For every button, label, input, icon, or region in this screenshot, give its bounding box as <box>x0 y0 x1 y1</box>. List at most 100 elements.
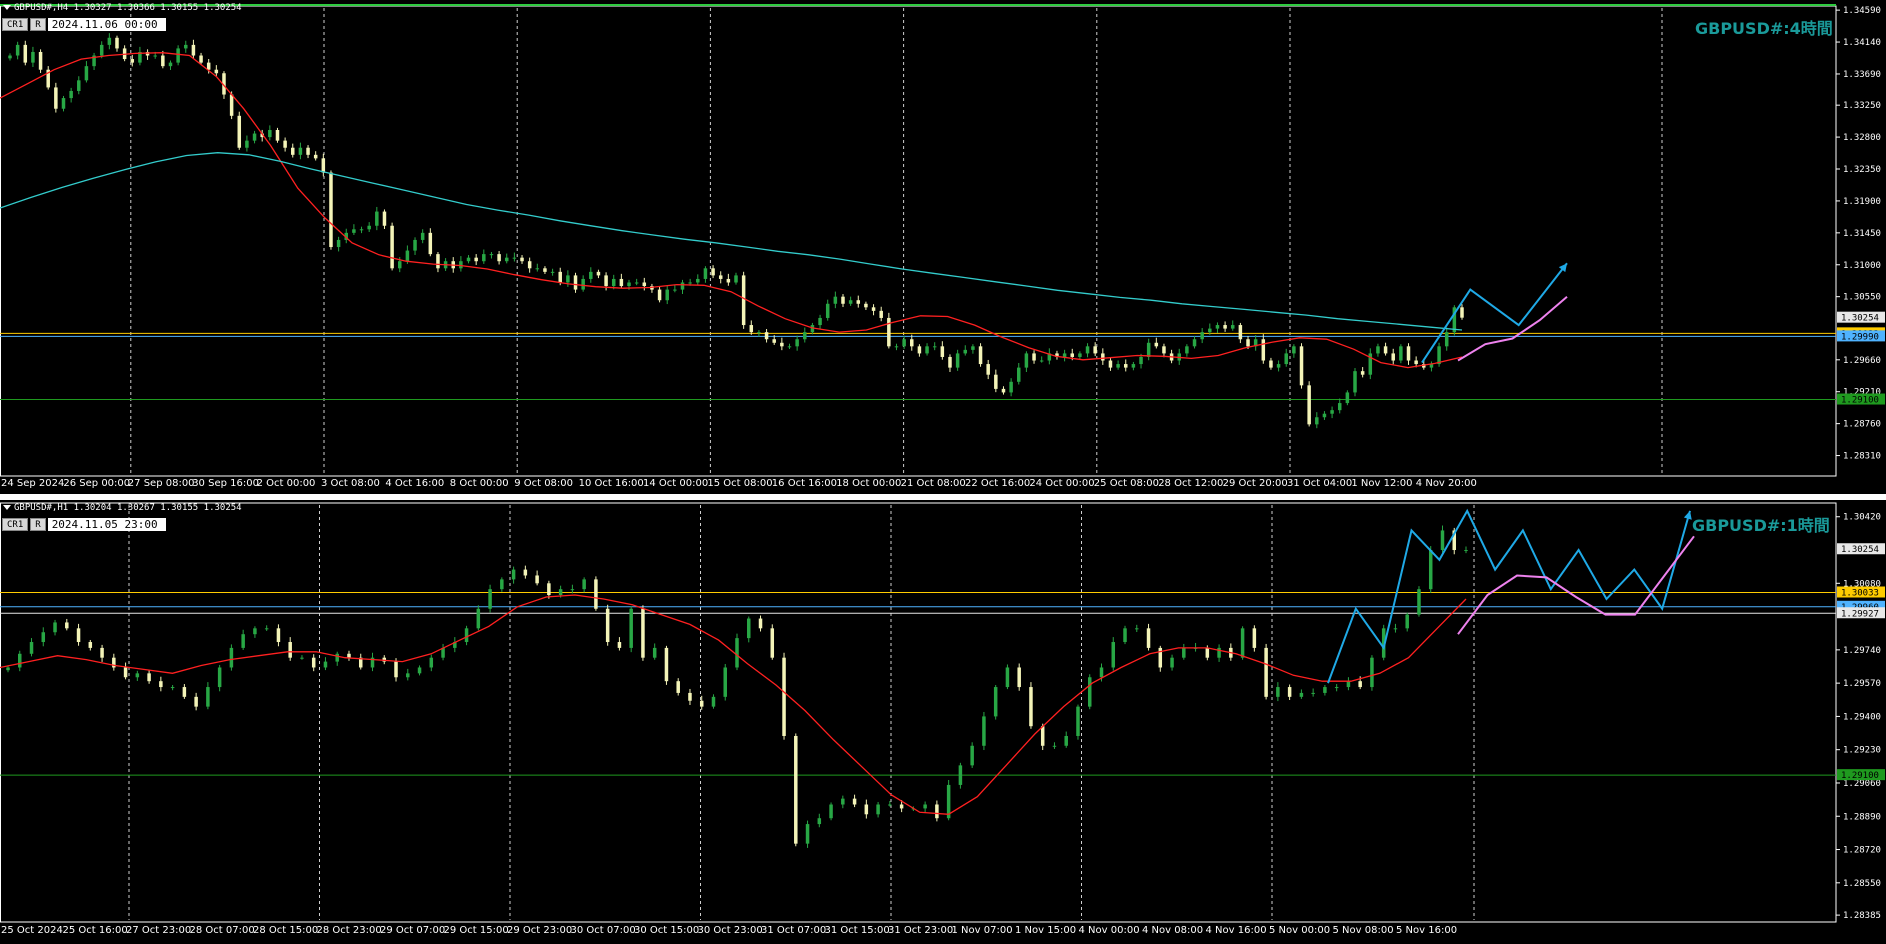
h4-candle-body <box>894 346 899 348</box>
h1-candle-body <box>159 681 163 688</box>
h4-x-tick-label: 29 Oct 20:00 <box>1223 478 1288 489</box>
h4-candle-body <box>115 37 119 49</box>
h4-candle-body <box>1261 339 1266 361</box>
h1-candle-body <box>605 608 610 643</box>
h4-candle-body <box>229 94 234 116</box>
h1-x-tick-label: 1 Nov 07:00 <box>952 925 1013 936</box>
h4-candle-body <box>619 278 624 287</box>
h4-candle-body <box>459 261 463 269</box>
h1-candle-body <box>229 647 234 668</box>
h1-candle-body <box>688 692 692 701</box>
h4-candle-body <box>31 51 35 63</box>
h4-forecast-ma-path <box>1457 295 1568 362</box>
h4-chart-pane[interactable]: 24 Sep 2024 26 Sep 00:00 27 Sep 08:00 30 Se… <box>0 0 1886 497</box>
h4-candle-body <box>535 268 540 270</box>
h1-candle-body <box>41 632 46 643</box>
h4-candle-body <box>107 37 112 45</box>
h1-candle-body <box>29 642 34 654</box>
h4-candle-body <box>1322 413 1327 418</box>
h4-candle-body <box>482 254 486 262</box>
h1-price-tag-label: 1.29927 <box>1841 609 1879 619</box>
h1-candle-body <box>1428 550 1433 590</box>
h1-candle-body <box>53 622 57 633</box>
h4-candle-body <box>848 300 853 304</box>
h1-x-tick-label: 28 Oct 15:00 <box>253 925 318 936</box>
h1-x-tick-label: 1 Nov 15:00 <box>1015 925 1076 936</box>
h1-x-tick-label: 25 Oct 2024 <box>1 925 63 936</box>
h1-x-tick-label: 30 Oct 23:00 <box>698 925 763 936</box>
h4-x-tick-label: 8 Oct 00:00 <box>450 478 509 489</box>
h4-x-tick-label: 1 Nov 12:00 <box>1351 478 1412 489</box>
h1-x-tick-label: 28 Oct 07:00 <box>190 925 255 936</box>
h4-price-chart[interactable]: 24 Sep 2024 26 Sep 00:0027 Sep 08:0030 Se… <box>0 0 1886 494</box>
h1-candle-body <box>817 818 822 825</box>
h1-price-chart[interactable]: 25 Oct 2024 25 Oct 16:0027 Oct 23:0028 Oc… <box>0 500 1886 944</box>
h4-candle-body <box>611 278 616 287</box>
h1-candle-body <box>711 696 716 707</box>
h1-candle-body <box>735 638 739 668</box>
h1-candle-body <box>1076 706 1080 736</box>
h1-candle-body <box>65 622 69 629</box>
h1-chart-pane[interactable]: 25 Oct 2024 25 Oct 16:00 27 Oct 23:00 28 Oc… <box>0 500 1886 944</box>
h1-y-tick-label: 1.30420 <box>1843 513 1881 523</box>
h4-x-tick-label: 24 Oct 00:00 <box>1029 478 1094 489</box>
h4-candle-body <box>1070 353 1075 357</box>
h1-candle-body <box>888 804 892 806</box>
h4-cr1-button[interactable]: CR1 <box>2 18 29 31</box>
h1-candle-body <box>1146 628 1151 648</box>
h4-candle-body <box>1460 307 1464 318</box>
h4-candle-body <box>1116 364 1120 368</box>
h4-candle-body <box>711 268 715 276</box>
h1-candle-body <box>594 579 598 609</box>
h1-candle-body <box>206 687 210 707</box>
h4-candle-body <box>787 346 792 348</box>
h4-candle-body <box>1200 332 1204 340</box>
h4-candle-body <box>23 44 28 63</box>
h1-date-field[interactable]: 2024.11.05 23:00 <box>47 518 166 531</box>
h1-symbol-ohlc: GBPUSD#,H1 1.30204 1.30267 1.30155 1.302… <box>14 503 242 513</box>
h1-candle-body <box>935 804 939 819</box>
h4-candle-body <box>917 346 922 354</box>
h4-candle-body <box>1085 346 1090 354</box>
h4-candle-body <box>84 66 89 81</box>
h4-toolbox: CR1 R 2024.11.06 00:00 <box>2 18 166 31</box>
h1-candle-body <box>1299 692 1304 697</box>
h4-x-tick-label: 27 Sep 08:00 <box>128 478 195 489</box>
h1-plot-frame <box>0 502 1837 923</box>
collapse-triangle-icon[interactable] <box>3 5 11 10</box>
h4-x-tick-label: 16 Oct 16:00 <box>772 478 837 489</box>
h4-candle-body <box>54 87 58 109</box>
h1-candle-body <box>170 687 175 689</box>
h1-x-tick-label: 31 Oct 15:00 <box>825 925 890 936</box>
h4-candle-body <box>1062 353 1067 357</box>
h1-candle-body <box>570 589 575 591</box>
h1-candle-body <box>18 653 22 668</box>
h4-x-tick-label: 10 Oct 16:00 <box>579 478 644 489</box>
h4-candle-body <box>994 374 998 389</box>
h4-candle-body <box>321 158 326 173</box>
h1-r-button[interactable]: R <box>30 518 46 531</box>
h4-candle-body <box>940 346 945 357</box>
collapse-triangle-icon[interactable] <box>3 505 11 510</box>
h1-x-tick-label: 5 Nov 16:00 <box>1396 925 1457 936</box>
h1-candle-body <box>1170 657 1174 668</box>
h1-candle-body <box>217 667 222 688</box>
h1-cr1-button[interactable]: CR1 <box>2 518 29 531</box>
h1-candle-body <box>841 798 845 805</box>
h4-candle-body <box>375 211 379 226</box>
h4-x-tick-label: 4 Oct 16:00 <box>385 478 444 489</box>
h4-candle-body <box>1353 371 1357 393</box>
h4-candle-body <box>1208 328 1212 333</box>
h1-candle-body <box>500 579 504 590</box>
h1-y-tick-label: 1.28890 <box>1843 812 1881 822</box>
h4-candle-body <box>8 55 12 59</box>
h4-candle-body <box>543 268 547 272</box>
h4-candle-body <box>252 133 257 141</box>
h1-candle-body <box>323 661 328 668</box>
h1-candle-body <box>582 579 586 590</box>
h4-r-button[interactable]: R <box>30 18 46 31</box>
h4-y-tick-label: 1.32350 <box>1843 165 1881 175</box>
h1-y-tick-label: 1.28385 <box>1843 911 1881 921</box>
h4-date-field[interactable]: 2024.11.06 00:00 <box>47 18 166 31</box>
h4-candle-body <box>1039 360 1044 362</box>
